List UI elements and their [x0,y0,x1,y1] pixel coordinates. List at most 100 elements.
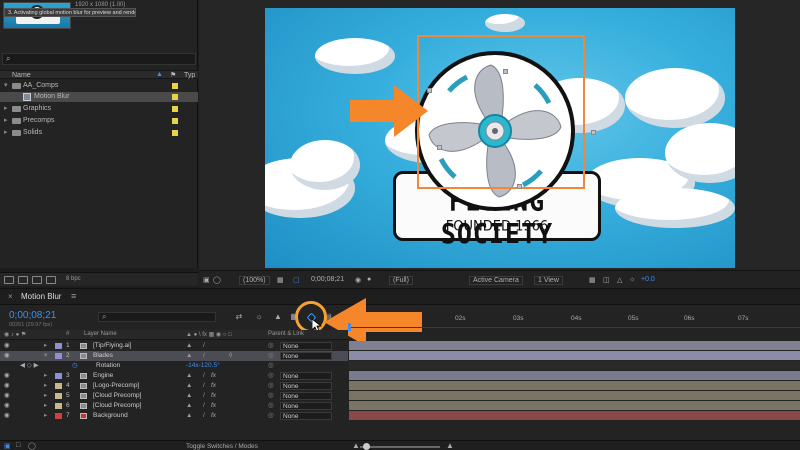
expand-arrow-icon[interactable]: ▸ [4,116,8,126]
layer-duration-bar[interactable] [349,401,800,410]
playhead[interactable] [348,323,351,331]
expand-arrow-icon[interactable]: ▸ [4,104,8,114]
expand-arrow-icon[interactable]: ▸ [44,391,47,401]
resolution-dropdown[interactable]: (Full) [389,276,413,285]
modes-icon[interactable]: ◯ [28,442,36,450]
quality-switch-icon[interactable]: / [203,401,205,411]
visibility-eye-icon[interactable]: ◉ [4,411,10,421]
layer-row[interactable]: ◉ ▸ 5 [Cloud Precomp] ▲ / fx ◎ None [0,391,348,401]
time-zoom-slider[interactable] [360,443,440,450]
project-settings-icon[interactable] [46,276,56,284]
label-color-swatch[interactable] [55,373,62,379]
time-ruler[interactable]: 02s 03s 04s 05s 06s 07s [348,307,800,331]
render-time-icon[interactable]: ▣ [4,442,11,450]
pickwhip-icon[interactable]: ◎ [268,401,274,411]
layer-name-column-header[interactable]: Layer Name [84,331,117,337]
expand-arrow-icon[interactable]: ▸ [44,371,47,381]
label-color-swatch[interactable] [172,83,178,89]
parent-dropdown[interactable]: None [280,382,332,390]
motion-blur-switch-icon[interactable]: ◊ [229,351,232,361]
project-item-solids[interactable]: ▸ Solids [0,128,198,138]
layer-duration-bar[interactable] [349,381,800,390]
exposure-value[interactable]: +0.0 [641,276,655,283]
shy-switch-icon[interactable]: ▲ [186,391,192,401]
expand-arrow-icon[interactable]: ▸ [44,381,47,391]
layer-duration-bar[interactable] [349,341,800,350]
quality-switch-icon[interactable]: / [203,351,205,361]
visibility-eye-icon[interactable]: ◉ [4,341,10,351]
label-color-swatch[interactable] [172,106,178,112]
property-row-rotation[interactable]: ◀ ◇ ▶ ◷ Rotation -14x-120.5° ◎ [0,361,348,371]
shy-layers-icon[interactable]: ▲ [272,312,284,322]
layer-name[interactable]: Blades [93,351,113,361]
project-search-input[interactable]: ⌕ [2,53,196,65]
title-safe-icon[interactable]: ▦ [277,276,284,284]
interpret-footage-icon[interactable] [4,276,14,284]
shy-switch-icon[interactable]: ▲ [186,401,192,411]
snapshot-icon[interactable]: ◉ [355,276,361,284]
layer-duration-bar[interactable] [349,391,800,400]
toggle-switches-modes[interactable]: Toggle Switches / Modes [186,443,258,450]
transform-handle[interactable] [437,145,442,150]
project-item-precomps[interactable]: ▸ Precomps [0,116,198,126]
layer-name[interactable]: [Cloud Precomp] [93,401,141,411]
expand-arrow-icon[interactable]: ▾ [4,81,8,91]
label-color-swatch[interactable] [55,353,62,359]
layer-row[interactable]: ◉ ▾ 2 Blades ▲ / ◊ ◎ None [0,351,348,361]
collapse-arrow-icon[interactable]: ▾ [44,351,47,361]
quality-switch-icon[interactable]: / [203,391,205,401]
parent-dropdown[interactable]: None [280,372,332,380]
layer-row[interactable]: ◉ ▸ 6 [Cloud Precomp] ▲ / fx ◎ None [0,401,348,411]
quality-switch-icon[interactable]: / [203,411,205,421]
pickwhip-icon[interactable]: ◎ [268,411,274,421]
label-color-swatch[interactable] [172,94,178,100]
transform-handle[interactable] [517,184,522,189]
parent-column-header[interactable]: Parent & Link [268,331,304,337]
shy-switch-icon[interactable]: ▲ [186,351,192,361]
pickwhip-icon[interactable]: ◎ [268,361,274,371]
exposure-icon[interactable]: ☼ [629,276,635,283]
project-item-graphics[interactable]: ▸ Graphics [0,104,198,114]
label-color-swatch[interactable] [55,383,62,389]
parent-dropdown[interactable]: None [280,342,332,350]
zoom-in-icon[interactable]: ▲ [446,441,454,450]
expand-arrow-icon[interactable]: ▸ [44,411,47,421]
viewer-timecode[interactable]: 0;00;08;21 [311,276,344,283]
pixel-aspect-icon[interactable]: ▦ [589,276,596,284]
visibility-eye-icon[interactable]: ◉ [4,391,10,401]
quality-switch-icon[interactable]: / [203,381,205,391]
stopwatch-icon[interactable]: ◷ [72,361,78,371]
layer-row[interactable]: ◉ ▸ 7 Background ▲ / fx ◎ None [0,411,348,421]
sort-ascending-icon[interactable]: ▲ [156,71,163,78]
visibility-eye-icon[interactable]: ◉ [4,381,10,391]
quality-switch-icon[interactable]: / [203,341,205,351]
pickwhip-icon[interactable]: ◎ [268,371,274,381]
type-column-header[interactable]: Typ [184,72,195,79]
effects-switch-icon[interactable]: fx [211,381,216,391]
shy-switch-icon[interactable]: ▲ [186,381,192,391]
pickwhip-icon[interactable]: ◎ [268,391,274,401]
tab-motion-blur[interactable]: Motion Blur [21,292,61,301]
expand-arrow-icon[interactable]: ▸ [44,401,47,411]
layer-name[interactable]: [Tip/Flying.ai] [93,341,131,351]
show-channel-icon[interactable]: ● [367,276,371,283]
current-time-display[interactable]: 0;00;08;21 [9,310,56,321]
shy-switch-icon[interactable]: ▲ [186,411,192,421]
layer-duration-bar[interactable] [349,371,800,380]
label-color-swatch[interactable] [55,343,62,349]
pickwhip-icon[interactable]: ◎ [268,351,274,361]
label-color-swatch[interactable] [172,118,178,124]
new-folder-icon[interactable] [18,276,28,284]
pickwhip-icon[interactable]: ◎ [268,381,274,391]
timeline-search-input[interactable]: ⌕ [98,312,216,322]
name-column-header[interactable]: Name [12,72,31,79]
expand-arrow-icon[interactable]: ▸ [4,128,8,138]
keyframe-nav-icon[interactable]: ◀ ◇ ▶ [20,361,39,371]
effects-switch-icon[interactable]: fx [211,371,216,381]
quality-switch-icon[interactable]: / [203,371,205,381]
region-of-interest-icon[interactable]: ▢ [293,276,300,284]
label-color-swatch[interactable] [55,403,62,409]
visibility-eye-icon[interactable]: ◉ [4,401,10,411]
visibility-eye-icon[interactable]: ◉ [4,351,10,361]
parent-dropdown[interactable]: None [280,352,332,360]
